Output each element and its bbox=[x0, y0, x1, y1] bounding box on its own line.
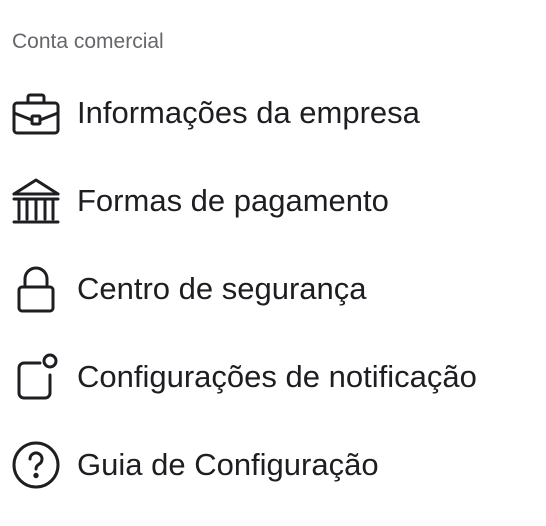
menu-item-security-center[interactable]: Centro de segurança bbox=[0, 255, 546, 323]
menu-item-label: Centro de segurança bbox=[77, 271, 367, 306]
section-title: Conta comercial bbox=[12, 30, 164, 53]
menu-item-label: Guia de Configuração bbox=[77, 447, 379, 482]
notification-icon bbox=[10, 351, 62, 403]
menu-item-label: Formas de pagamento bbox=[77, 183, 389, 218]
menu-item-business-info[interactable]: Informações da empresa bbox=[0, 79, 546, 147]
lock-icon bbox=[10, 263, 62, 315]
menu-item-payment-methods[interactable]: Formas de pagamento bbox=[0, 167, 546, 235]
briefcase-icon bbox=[10, 87, 62, 139]
bank-icon bbox=[10, 175, 62, 227]
help-icon bbox=[10, 439, 62, 491]
menu-item-notification-settings[interactable]: Configurações de notificação bbox=[0, 343, 546, 411]
menu-item-setup-guide[interactable]: Guia de Configuração bbox=[0, 431, 546, 499]
menu-item-label: Informações da empresa bbox=[77, 95, 420, 130]
menu-item-label: Configurações de notificação bbox=[77, 359, 477, 394]
